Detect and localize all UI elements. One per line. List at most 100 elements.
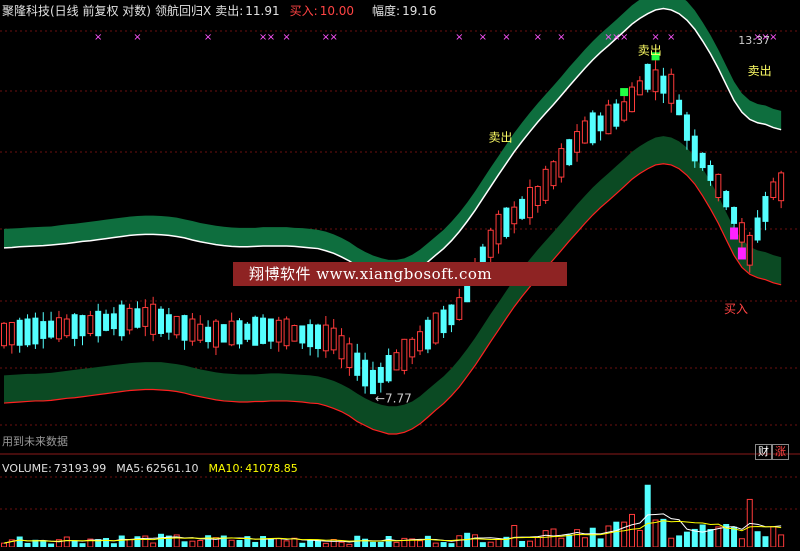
candle-body [683,114,690,141]
volume-bar [581,537,588,548]
candle-body [778,172,785,202]
candle-body [16,319,23,346]
sell-label: 卖出: [215,4,244,18]
candle-body [487,229,494,258]
volume-bar [134,536,141,548]
volume-bar [440,542,447,548]
candle-body [110,313,117,330]
candle-body [715,173,722,199]
candle-body [644,63,651,90]
volume-bar [322,542,329,548]
candle-body [307,324,314,348]
volume-bar [707,529,714,548]
volume-bar [369,541,376,548]
volume-bar [126,539,133,548]
candle-body [252,316,259,346]
volume-bar [456,535,463,548]
top-marker: × [204,32,212,43]
candle-body [550,161,557,187]
candle-body [236,320,243,345]
volume-bar [189,540,196,548]
indicator-name: 领航回归X [155,4,212,18]
volume-value: 73193.99 [53,462,107,475]
volume-bar [338,541,345,548]
top-marker: × [557,32,565,43]
volume-bar [731,526,738,548]
volume-bar [118,535,125,548]
candle-body [165,314,172,333]
top-marker: × [267,32,275,43]
candle-body [267,318,274,342]
candle-body [126,307,133,331]
volume-bar [260,536,267,548]
top-marker: × [94,32,102,43]
volume-bar [652,519,659,548]
volume-bar [613,521,620,548]
top-marker: × [769,32,777,43]
candle-body [511,206,518,225]
future-data-note: 用到未来数据 [2,435,68,448]
candle-body [448,304,455,326]
volume-bar [558,537,565,548]
volume-bar [236,539,243,548]
candle-body [526,186,533,219]
candle-body [589,112,596,144]
candle-body [746,234,753,266]
ma10-label: MA10: [208,462,244,475]
candle-body [629,86,635,113]
volume-bar [566,534,573,548]
volume-bar [778,534,785,548]
volume-bar [472,534,478,548]
top-marker: × [133,32,141,43]
candle-body [220,324,227,343]
candle-body [534,186,541,207]
badge-left[interactable]: 财 [755,444,772,460]
volume-bar [291,537,298,548]
candle-body [699,152,706,169]
candle-body [597,115,604,132]
candle-body [605,104,612,135]
candle-body [369,369,376,395]
top-marker: × [502,32,510,43]
volume-bar [691,528,698,548]
range-value: 19.16 [402,4,437,18]
candle-body [205,326,212,343]
candle-body [189,318,196,342]
candle-body [181,315,188,341]
buy-label: 买入: [289,4,318,18]
badge-right[interactable]: 涨 [772,444,789,460]
volume-bar [432,542,439,548]
sell-value: 11.91 [245,4,280,18]
volume-bar [181,541,188,548]
candle-body [142,307,149,327]
candle-body [519,198,526,219]
candle-body [118,304,125,337]
candle-body [354,352,361,376]
time-label: 13:37 [738,34,770,47]
candle-body [8,321,15,346]
candle-body [503,207,510,237]
volume-bar [71,540,78,548]
chart-annotation: 卖出 [638,43,662,57]
top-marker: × [282,32,290,43]
candle-body [291,325,298,342]
candle-body [566,139,573,166]
candle-body [158,308,164,334]
candle-body [377,366,384,383]
candle-body [581,120,588,144]
candle-body [542,168,549,201]
candle-body [212,320,219,348]
candle-body [660,75,667,94]
candle-body [385,355,392,382]
top-marker: × [667,32,675,43]
volume-bar [205,535,212,548]
chart-annotation: ←7.77 [375,391,412,405]
candle-body [63,318,70,337]
candle-body [613,103,620,127]
chart-annotation: 买入 [724,302,748,316]
volume-bar [534,536,541,548]
candle-body [197,323,204,341]
candle-body [228,320,235,346]
volume-bar [393,541,400,548]
volume-bar [158,533,164,548]
